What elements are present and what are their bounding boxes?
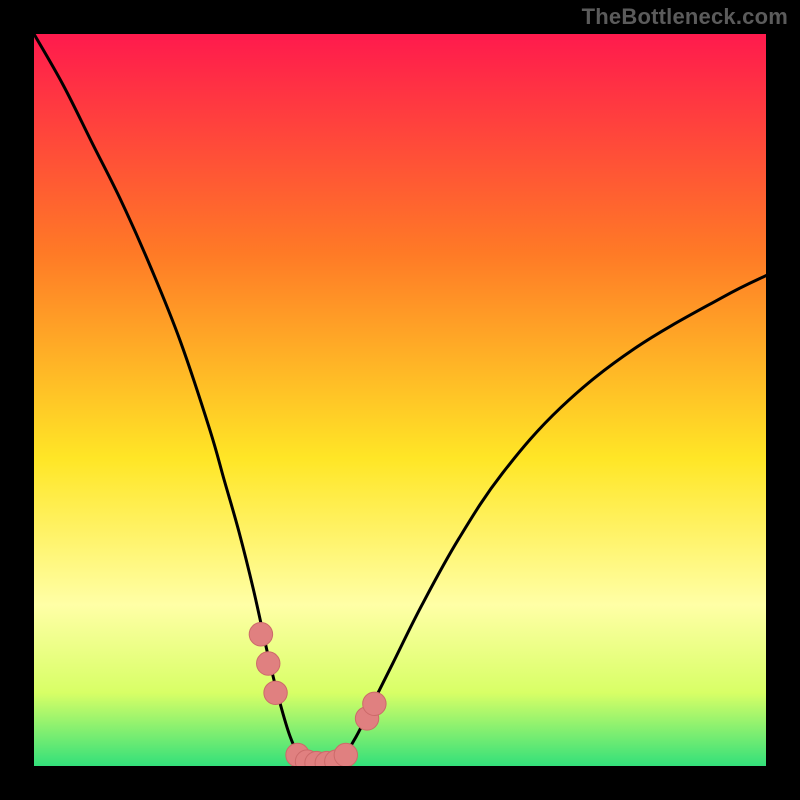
watermark-text: TheBottleneck.com [582, 4, 788, 30]
marker-dot [249, 623, 272, 646]
chart-svg [34, 34, 766, 766]
marker-dot [363, 692, 386, 715]
chart-plot-area [34, 34, 766, 766]
gradient-background [34, 34, 766, 766]
outer-frame: TheBottleneck.com [0, 0, 800, 800]
marker-dot [257, 652, 280, 675]
marker-dot [264, 681, 287, 704]
marker-dot [334, 743, 357, 766]
